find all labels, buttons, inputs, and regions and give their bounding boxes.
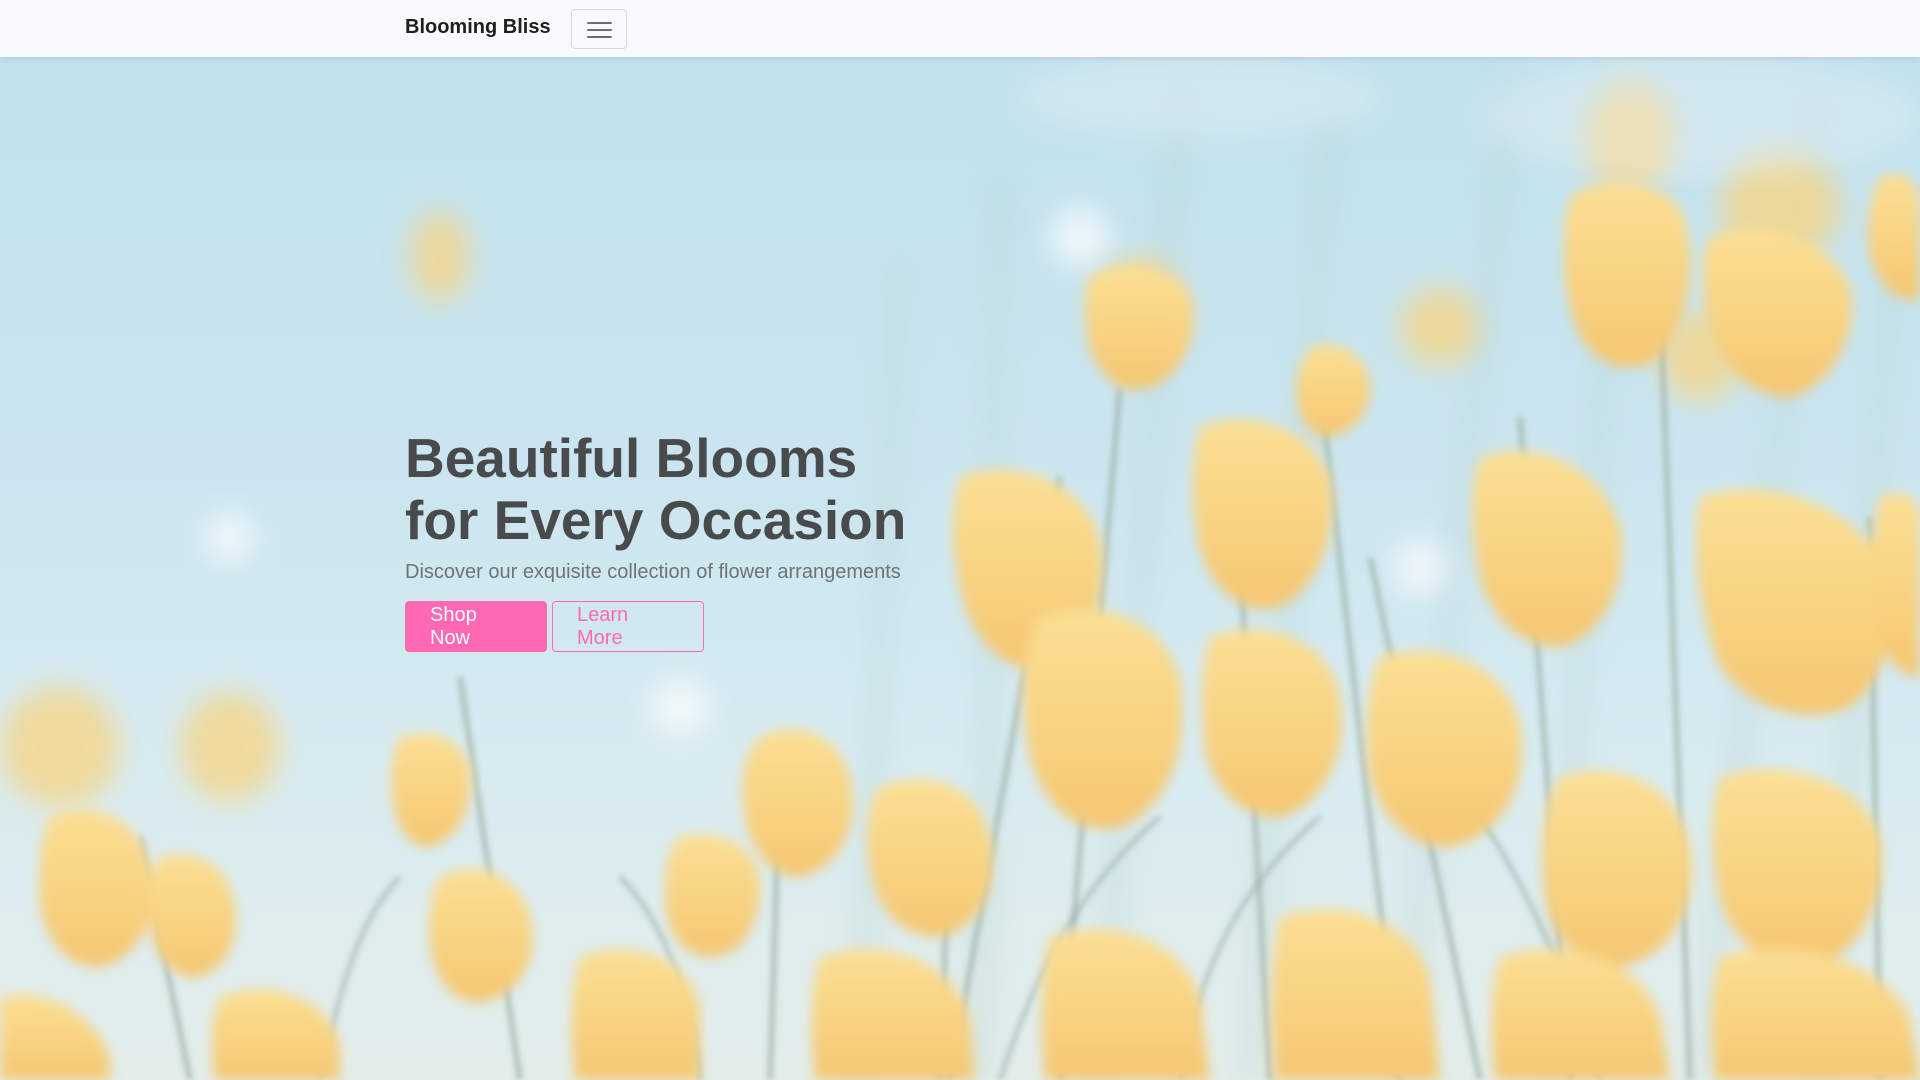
learn-more-button[interactable]: Learn More — [552, 601, 704, 652]
hero-title-line1: Beautiful Blooms — [405, 427, 858, 489]
hero-title-line2: for Every Occasion — [405, 489, 907, 551]
hamburger-menu-icon — [587, 21, 612, 39]
shop-now-button[interactable]: Shop Now — [405, 601, 547, 652]
navbar: Blooming Bliss — [0, 0, 1920, 57]
hero-content: Beautiful Blooms for Every Occasion Disc… — [405, 427, 1025, 652]
brand-logo-link[interactable]: Blooming Bliss — [405, 16, 551, 39]
navbar-toggle-button[interactable] — [571, 9, 627, 49]
hero-title: Beautiful Blooms for Every Occasion — [405, 427, 1025, 551]
hero-section: Beautiful Blooms for Every Occasion Disc… — [0, 57, 1920, 1080]
hero-subtitle: Discover our exquisite collection of flo… — [405, 561, 901, 583]
hero-button-row: Shop Now Learn More — [405, 601, 1025, 652]
